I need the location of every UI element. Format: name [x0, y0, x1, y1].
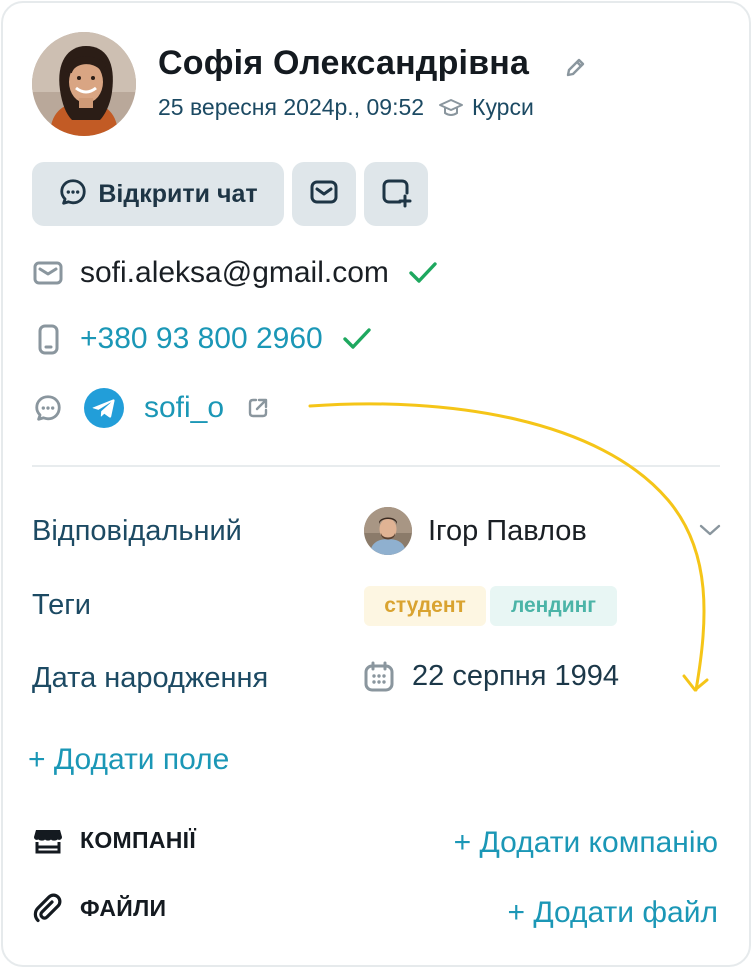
responsible-label: Відповідальний — [32, 515, 242, 547]
contact-card — [1, 1, 751, 967]
envelope-icon — [308, 176, 340, 213]
send-email-button[interactable] — [292, 162, 356, 226]
telegram-username[interactable]: sofi_o — [144, 391, 224, 425]
tags-label: Теги — [32, 589, 91, 621]
telegram-row: sofi_o — [32, 388, 270, 428]
chat-bubble-icon — [32, 392, 64, 424]
divider — [32, 465, 720, 467]
telegram-logo — [84, 388, 124, 428]
birthday-value: 22 серпня 1994 — [412, 660, 620, 692]
add-window-button[interactable] — [364, 162, 428, 226]
responsible-name: Ігор Павлов — [428, 514, 587, 547]
external-link-icon[interactable] — [246, 396, 270, 420]
responsible-selector[interactable]: Ігор Павлов — [364, 507, 587, 555]
companies-section-header: КОМПАНІЇ — [32, 824, 196, 856]
graduation-cap-icon — [438, 97, 464, 119]
add-field-link[interactable]: + Додати поле — [28, 743, 229, 777]
source-label: Курси — [472, 94, 534, 120]
envelope-icon — [32, 257, 64, 289]
contact-name: Софія Олександрівна — [158, 44, 530, 82]
chat-bubble-icon — [58, 177, 88, 212]
store-icon — [32, 824, 64, 856]
open-chat-label: Відкрити чат — [98, 179, 258, 208]
open-chat-button[interactable]: Відкрити чат — [32, 162, 284, 226]
phone-value[interactable]: +380 93 800 2960 — [80, 322, 323, 356]
contact-meta: 25 вересня 2024р., 09:52 Курси — [158, 94, 534, 121]
email-row: sofi.aleksa@gmail.com — [32, 256, 439, 290]
birthday-label: Дата народження — [32, 662, 269, 694]
add-file-link[interactable]: + Додати файл — [507, 896, 718, 930]
pencil-icon[interactable] — [562, 55, 588, 81]
companies-title: КОМПАНІЇ — [80, 826, 196, 853]
phone-row: +380 93 800 2960 — [32, 322, 373, 356]
email-value[interactable]: sofi.aleksa@gmail.com — [80, 256, 389, 290]
check-icon — [341, 326, 373, 352]
phone-icon — [32, 323, 64, 355]
chevron-down-icon[interactable] — [698, 520, 722, 540]
add-window-icon — [380, 176, 412, 213]
contact-avatar — [32, 32, 136, 136]
files-section-header: ФАЙЛИ — [32, 892, 166, 924]
check-icon — [407, 260, 439, 286]
tag-landing[interactable]: лендинг — [490, 586, 617, 626]
created-date: 25 вересня 2024р., 09:52 — [158, 94, 425, 120]
paperclip-icon — [32, 892, 64, 924]
tag-student[interactable]: студент — [364, 586, 486, 626]
calendar-icon — [364, 661, 394, 693]
add-company-link[interactable]: + Додати компанію — [454, 826, 718, 860]
files-title: ФАЙЛИ — [80, 894, 167, 921]
responsible-avatar — [364, 507, 412, 555]
birthday-field[interactable]: 22 серпня 1994 — [364, 660, 619, 693]
